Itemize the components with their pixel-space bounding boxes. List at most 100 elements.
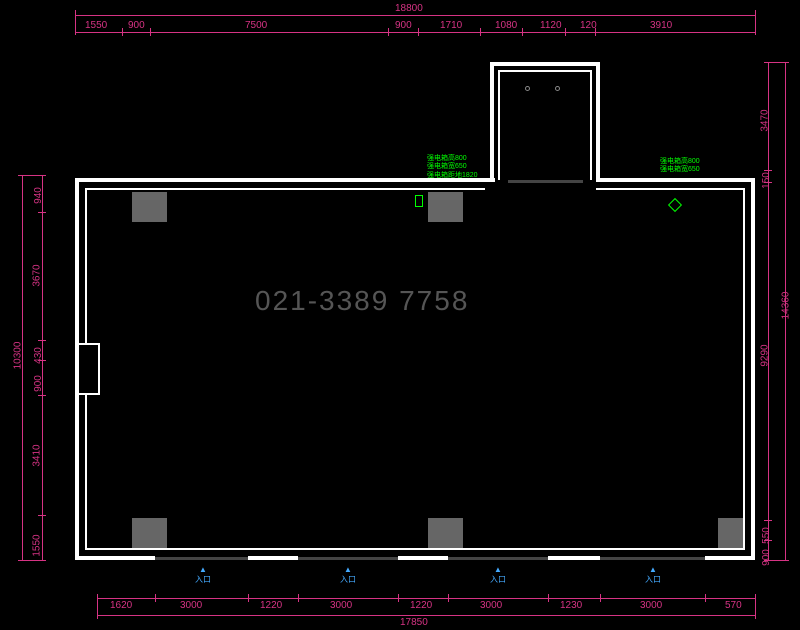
tick	[448, 594, 449, 602]
dim-top-2: 900	[128, 20, 145, 31]
dim-bot-7: 1230	[560, 600, 582, 611]
wall-left-inner	[85, 188, 87, 343]
tick	[18, 175, 46, 176]
tick	[764, 182, 772, 183]
wall-left	[75, 178, 79, 560]
tick	[418, 28, 419, 36]
dim-top-9: 3910	[650, 20, 672, 31]
dim-line-bottom-total	[97, 615, 755, 616]
tick	[155, 594, 156, 602]
wall-protrude-left-i	[498, 70, 500, 180]
pillar-2	[428, 192, 463, 222]
tick	[398, 594, 399, 602]
tick	[18, 560, 46, 561]
dim-bot-2: 3000	[180, 600, 202, 611]
elec-label-2: 强电箱高800 强电箱宽650	[660, 158, 700, 175]
wall-left-inner2	[85, 395, 87, 550]
dim-top-6: 1080	[495, 20, 517, 31]
tick	[565, 28, 566, 36]
door-line-4	[600, 557, 705, 560]
wall-protrude-right	[596, 62, 600, 182]
dim-line-bottom-segs	[97, 598, 755, 599]
dim-line-left-segs	[42, 175, 43, 560]
pillar-3	[132, 518, 167, 548]
entrance-label: 入口	[340, 575, 356, 584]
wall-notch-top	[75, 343, 100, 345]
dim-left-4: 900	[33, 375, 44, 392]
pillar-4	[428, 518, 463, 548]
tick	[298, 594, 299, 602]
elec-label-1: 强电箱高800 强电箱宽650 强电箱距地1820	[427, 155, 478, 180]
dim-line-right-segs	[768, 62, 769, 560]
dim-left-3: 430	[33, 347, 44, 364]
l2: 强电箱宽650	[427, 163, 478, 171]
tick	[764, 560, 789, 561]
tick	[38, 212, 46, 213]
tick	[548, 594, 549, 602]
tick	[595, 28, 596, 36]
dim-line-top-segs	[75, 32, 755, 33]
wall-protrude-top	[490, 62, 600, 66]
tick	[764, 170, 772, 171]
entrance-label: 入口	[195, 575, 211, 584]
wall-top-right-i	[596, 188, 745, 190]
dim-left-1: 940	[33, 187, 44, 204]
tick	[764, 540, 772, 541]
tick	[97, 594, 98, 619]
entrance-1: ▲入口	[195, 565, 211, 585]
wall-top-right	[596, 178, 755, 182]
wall-protrude-top-i	[498, 70, 592, 72]
dim-left-2: 3670	[32, 264, 43, 286]
dim-bot-5: 1220	[410, 600, 432, 611]
dim-bot-9: 570	[725, 600, 742, 611]
wall-top-inner	[85, 188, 485, 190]
entrance-label: 入口	[645, 575, 661, 584]
l3: 强电箱距地1820	[427, 172, 478, 180]
pillar-1	[132, 192, 167, 222]
tick	[764, 62, 789, 63]
dim-top-3: 7500	[245, 20, 267, 31]
dim-right-3: 9290	[760, 344, 771, 366]
dim-top-1: 1550	[85, 20, 107, 31]
dim-right-total: 14360	[780, 292, 791, 320]
tick	[38, 360, 46, 361]
tick	[480, 28, 481, 36]
symbol-2	[555, 86, 560, 91]
tick	[38, 340, 46, 341]
dim-bot-8: 3000	[640, 600, 662, 611]
dim-right-2: 150	[761, 172, 772, 189]
door-protrude-line	[508, 180, 583, 183]
dim-top-total: 18800	[395, 3, 423, 14]
dim-bot-4: 3000	[330, 600, 352, 611]
tick	[755, 10, 756, 35]
dim-bot-6: 3000	[480, 600, 502, 611]
tick	[388, 28, 389, 36]
wall-bottom-inner	[85, 548, 745, 550]
door-line-2	[298, 557, 398, 560]
entrance-4: ▲入口	[645, 565, 661, 585]
tick	[150, 28, 151, 36]
l2: 强电箱宽650	[660, 166, 700, 174]
symbol-1	[525, 86, 530, 91]
wall-notch-right	[98, 343, 100, 395]
tick	[248, 594, 249, 602]
door-line-3	[448, 557, 548, 560]
dim-right-4: 550	[761, 527, 772, 544]
wall-protrude-left	[490, 62, 494, 182]
dim-line-top-total	[75, 15, 755, 16]
tick	[38, 515, 46, 516]
dim-top-4: 900	[395, 20, 412, 31]
dim-top-7: 1120	[540, 20, 562, 31]
wall-notch-bot	[75, 393, 100, 395]
tick	[75, 10, 76, 35]
wall-right	[751, 178, 755, 560]
entrance-3: ▲入口	[490, 565, 506, 585]
tick	[764, 520, 772, 521]
tick	[600, 594, 601, 602]
tick	[38, 395, 46, 396]
wall-right-inner	[743, 188, 745, 550]
pillar-5	[718, 518, 743, 548]
dim-top-5: 1710	[440, 20, 462, 31]
door-line-1	[155, 557, 248, 560]
dim-right-5: 900	[761, 549, 772, 566]
